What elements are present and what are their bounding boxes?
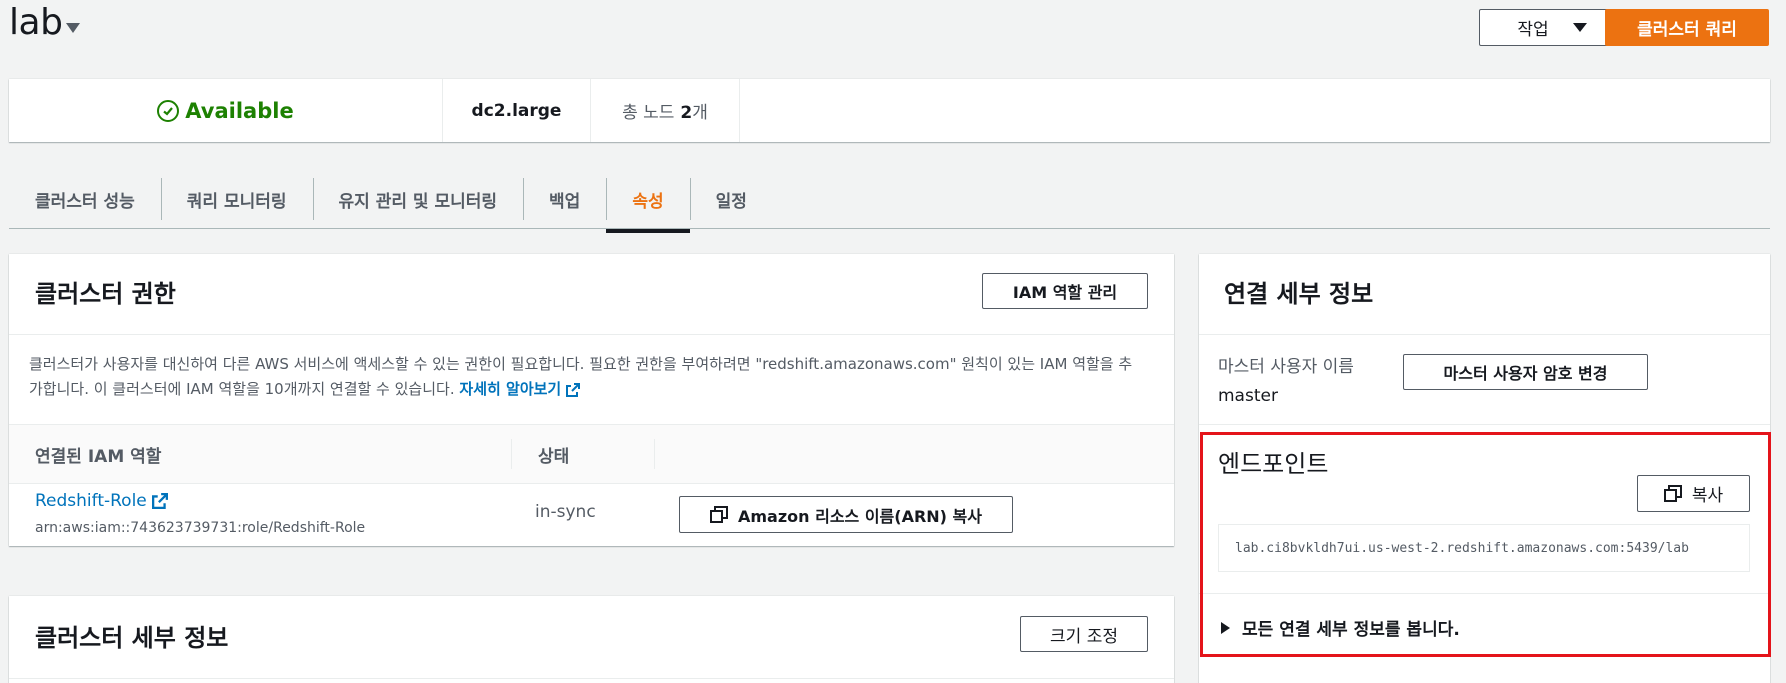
table-row: Redshift-Role arn:aws:iam::743623739731:…: [9, 484, 1174, 546]
column-header-status: 상태: [538, 447, 570, 467]
panel-title: 연결 세부 정보: [1224, 280, 1374, 308]
tab-maintenance-monitoring[interactable]: 유지 관리 및 모니터링: [312, 174, 524, 224]
node-count-suffix: 개: [692, 103, 708, 123]
copy-arn-button[interactable]: Amazon 리소스 이름(ARN) 복사: [679, 496, 1013, 533]
cluster-permissions-panel: 클러스터 권한 IAM 역할 관리 클러스터가 사용자를 대신하여 다른 AWS…: [9, 254, 1174, 546]
check-circle-icon: [157, 99, 180, 122]
actions-button[interactable]: 작업: [1479, 9, 1625, 46]
cluster-name: lab: [9, 2, 63, 43]
cluster-details-panel: 클러스터 세부 정보 크기 조정: [9, 596, 1174, 683]
master-user-label: 마스터 사용자 이름: [1218, 357, 1354, 377]
external-link-icon: [152, 493, 169, 509]
iam-role-link[interactable]: Redshift-Role: [35, 491, 169, 511]
node-count-value: 2: [680, 103, 693, 123]
master-user-value: master: [1218, 386, 1278, 406]
resize-button[interactable]: 크기 조정: [1020, 616, 1148, 652]
endpoint-highlight-box: [1200, 432, 1771, 657]
permissions-description: 클러스터가 사용자를 대신하여 다른 AWS 서비스에 액세스할 수 있는 권한…: [29, 352, 1164, 402]
learn-more-link[interactable]: 자세히 알아보기: [459, 380, 581, 398]
iam-role-arn: arn:aws:iam::743623739731:role/Redshift-…: [35, 520, 366, 536]
iam-role-status: in-sync: [535, 502, 596, 522]
description-line: 가합니다. 이 클러스터에 IAM 역할을 10개까지 연결할 수 있습니다.: [29, 380, 455, 398]
actions-button-label: 작업: [1517, 20, 1549, 40]
column-header-role: 연결된 IAM 역할: [35, 447, 162, 467]
node-type: dc2.large: [443, 79, 591, 142]
iam-roles-table-header: 연결된 IAM 역할 상태: [9, 424, 1174, 484]
panel-title: 클러스터 세부 정보: [35, 624, 229, 652]
tab-properties[interactable]: 속성: [606, 174, 690, 233]
dropdown-arrow-icon: [1572, 23, 1587, 32]
node-count: 총 노드 2개: [591, 79, 740, 142]
tab-schedule[interactable]: 일정: [689, 174, 773, 224]
tab-backup[interactable]: 백업: [523, 174, 606, 224]
panel-title: 클러스터 권한: [35, 280, 176, 308]
manage-iam-roles-button[interactable]: IAM 역할 관리: [982, 273, 1148, 309]
tab-bar: 클러스터 성능 쿼리 모니터링 유지 관리 및 모니터링 백업 속성 일정: [9, 170, 1770, 233]
description-line: 클러스터가 사용자를 대신하여 다른 AWS 서비스에 액세스할 수 있는 권한…: [29, 355, 1133, 373]
external-link-icon: [566, 382, 581, 397]
learn-more-label: 자세히 알아보기: [459, 380, 562, 398]
caret-down-icon[interactable]: [66, 22, 81, 33]
iam-role-name: Redshift-Role: [35, 491, 147, 511]
tab-cluster-performance[interactable]: 클러스터 성능: [9, 174, 161, 224]
copy-arn-label: Amazon 리소스 이름(ARN) 복사: [737, 506, 983, 526]
status-text: Available: [185, 98, 294, 123]
cluster-summary: Available dc2.large 총 노드 2개: [9, 79, 1770, 142]
status-badge: Available: [9, 79, 443, 142]
change-master-password-button[interactable]: 마스터 사용자 암호 변경: [1403, 354, 1648, 390]
copy-icon: [709, 505, 728, 523]
node-count-prefix: 총 노드: [622, 103, 675, 123]
page-title[interactable]: lab: [9, 2, 81, 43]
tab-query-monitoring[interactable]: 쿼리 모니터링: [160, 174, 313, 224]
query-cluster-button[interactable]: 클러스터 쿼리: [1605, 9, 1769, 46]
